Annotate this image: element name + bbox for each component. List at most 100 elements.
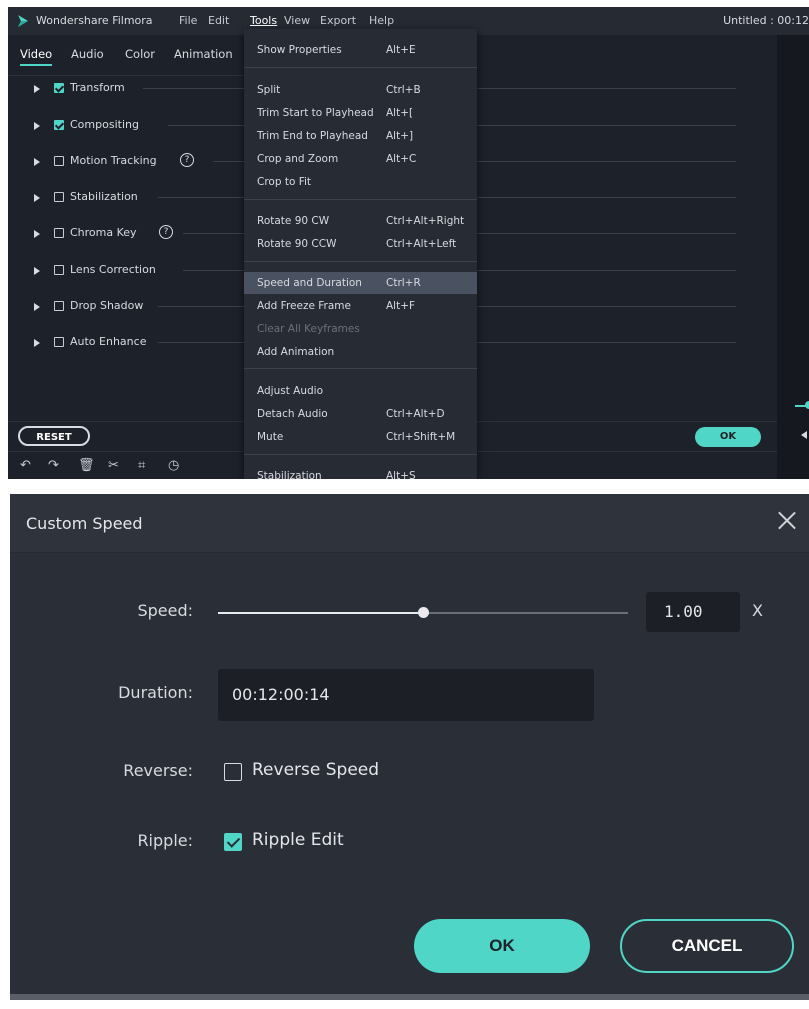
help-icon[interactable]: ? xyxy=(180,153,194,167)
menu-item-crop-and-zoom[interactable]: Crop and Zoom Alt+C xyxy=(244,148,477,170)
menu-item-label: Split xyxy=(257,84,281,96)
ripple-label: Ripple: xyxy=(137,831,193,850)
tab-animation[interactable]: Animation xyxy=(174,47,233,61)
property-checkbox[interactable] xyxy=(54,120,64,130)
property-label: Auto Enhance xyxy=(70,335,147,348)
menu-item-label: Adjust Audio xyxy=(257,385,324,397)
menu-item-add-animation[interactable]: Add Animation xyxy=(244,341,477,363)
expand-arrow-icon[interactable] xyxy=(34,158,40,166)
reset-button[interactable]: RESET xyxy=(18,426,90,446)
menu-file[interactable]: File xyxy=(179,14,197,27)
menu-item-rotate-90-ccw[interactable]: Rotate 90 CCW Ctrl+Alt+Left xyxy=(244,233,477,255)
menu-view[interactable]: View xyxy=(284,14,310,27)
menu-item-stabilization[interactable]: Stabilization Alt+S xyxy=(244,465,477,479)
speed-icon[interactable]: ◷ xyxy=(168,458,179,473)
close-icon[interactable] xyxy=(777,510,797,530)
tab-audio[interactable]: Audio xyxy=(71,47,104,61)
ripple-edit-checkbox[interactable] xyxy=(224,833,242,851)
menu-item-crop-to-fit[interactable]: Crop to Fit xyxy=(244,171,477,193)
menu-item-trim-start-to-playhead[interactable]: Trim Start to Playhead Alt+[ xyxy=(244,102,477,124)
property-label: Transform xyxy=(70,81,125,94)
menu-item-label: Stabilization xyxy=(257,470,322,479)
menu-item-split[interactable]: Split Ctrl+B xyxy=(244,79,477,101)
reverse-speed-text[interactable]: Reverse Speed xyxy=(252,760,379,780)
menu-item-label: Trim End to Playhead xyxy=(257,130,368,142)
property-checkbox[interactable] xyxy=(54,337,64,347)
property-checkbox[interactable] xyxy=(54,83,64,93)
menu-item-shortcut: Ctrl+Shift+M xyxy=(386,431,456,443)
property-label: Chroma Key xyxy=(70,226,137,239)
zoom-slider-handle[interactable] xyxy=(805,401,809,409)
menu-separator xyxy=(244,261,477,262)
menu-item-detach-audio[interactable]: Detach Audio Ctrl+Alt+D xyxy=(244,403,477,425)
property-checkbox[interactable] xyxy=(54,192,64,202)
reverse-label: Reverse: xyxy=(123,761,193,780)
property-checkbox[interactable] xyxy=(54,265,64,275)
property-label: Lens Correction xyxy=(70,263,156,276)
menu-item-adjust-audio[interactable]: Adjust Audio xyxy=(244,380,477,402)
crop-icon[interactable]: ⌗ xyxy=(138,458,145,473)
menu-item-mute[interactable]: Mute Ctrl+Shift+M xyxy=(244,426,477,448)
menu-tools[interactable]: Tools xyxy=(250,14,277,27)
ok-button[interactable]: OK xyxy=(695,427,761,447)
filmora-logo-icon xyxy=(18,15,28,27)
menu-item-speed-and-duration[interactable]: Speed and Duration Ctrl+R xyxy=(244,272,477,294)
expand-arrow-icon[interactable] xyxy=(34,339,40,347)
menu-separator xyxy=(244,454,477,455)
expand-arrow-icon[interactable] xyxy=(34,194,40,202)
speed-label: Speed: xyxy=(137,601,193,620)
undo-icon[interactable]: ↶ xyxy=(20,458,31,473)
tab-video[interactable]: Video xyxy=(20,47,53,66)
menu-item-clear-all-keyframes: Clear All Keyframes xyxy=(244,318,477,340)
speed-slider-handle[interactable] xyxy=(418,607,429,618)
reverse-speed-checkbox[interactable] xyxy=(224,763,242,781)
expand-arrow-icon[interactable] xyxy=(34,267,40,275)
tab-color[interactable]: Color xyxy=(125,47,155,61)
menu-item-label: Mute xyxy=(257,431,284,443)
menu-item-shortcut: Ctrl+R xyxy=(386,277,421,289)
cut-icon[interactable]: ✂ xyxy=(108,458,119,473)
speed-value-input[interactable]: 1.00 xyxy=(646,592,740,632)
menu-edit[interactable]: Edit xyxy=(208,14,229,27)
property-label: Compositing xyxy=(70,118,139,131)
menu-item-trim-end-to-playhead[interactable]: Trim End to Playhead Alt+] xyxy=(244,125,477,147)
speed-slider[interactable] xyxy=(218,607,628,618)
redo-icon[interactable]: ↷ xyxy=(48,458,59,473)
property-label: Drop Shadow xyxy=(70,299,144,312)
property-checkbox[interactable] xyxy=(54,228,64,238)
property-checkbox[interactable] xyxy=(54,301,64,311)
menu-item-label: Rotate 90 CW xyxy=(257,215,330,227)
expand-arrow-icon[interactable] xyxy=(34,230,40,238)
menu-item-label: Crop to Fit xyxy=(257,176,312,188)
expand-arrow-icon[interactable] xyxy=(34,85,40,93)
expand-arrow-icon[interactable] xyxy=(34,303,40,311)
menu-item-shortcut: Alt+[ xyxy=(386,107,414,119)
dialog-title-bar: Custom Speed xyxy=(10,494,809,553)
dialog-title: Custom Speed xyxy=(26,514,143,533)
cancel-button[interactable]: CANCEL xyxy=(620,919,794,973)
app-name: Wondershare Filmora xyxy=(36,14,153,27)
filmora-editor: Wondershare Filmora File Edit Tools View… xyxy=(8,7,809,479)
ripple-edit-text[interactable]: Ripple Edit xyxy=(252,830,344,850)
menu-item-label: Add Animation xyxy=(257,346,335,358)
play-back-icon[interactable] xyxy=(801,431,807,439)
help-icon[interactable]: ? xyxy=(159,225,173,239)
menu-item-label: Speed and Duration xyxy=(257,277,362,289)
expand-arrow-icon[interactable] xyxy=(34,122,40,130)
tools-dropdown-menu: Show Properties Alt+E Split Ctrl+B Trim Star… xyxy=(244,29,477,479)
menu-help[interactable]: Help xyxy=(369,14,394,27)
ok-button[interactable]: OK xyxy=(414,919,590,973)
menu-item-show-properties[interactable]: Show Properties Alt+E xyxy=(244,39,477,61)
menu-item-shortcut: Ctrl+B xyxy=(386,84,421,96)
menu-export[interactable]: Export xyxy=(320,14,356,27)
menu-item-shortcut: Ctrl+Alt+D xyxy=(386,408,445,420)
menu-item-shortcut: Alt+E xyxy=(386,44,416,56)
menu-item-label: Detach Audio xyxy=(257,408,328,420)
delete-icon[interactable]: 🗑 xyxy=(78,458,95,473)
menu-item-add-freeze-frame[interactable]: Add Freeze Frame Alt+F xyxy=(244,295,477,317)
menu-item-label: Rotate 90 CCW xyxy=(257,238,337,250)
menu-item-rotate-90-cw[interactable]: Rotate 90 CW Ctrl+Alt+Right xyxy=(244,210,477,232)
menu-item-shortcut: Alt+] xyxy=(386,130,414,142)
duration-input[interactable]: 00:12:00:14 xyxy=(218,669,594,721)
property-checkbox[interactable] xyxy=(54,156,64,166)
